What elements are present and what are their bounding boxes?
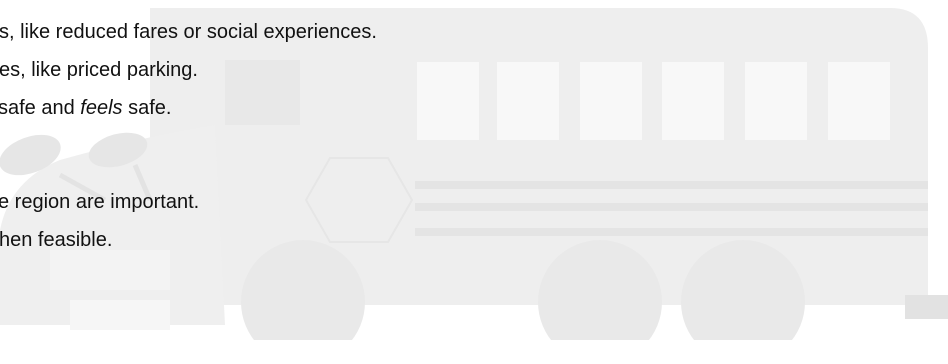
text-segment: safe.: [122, 97, 172, 119]
text-line-feels-safe: safe and feels safe.: [0, 96, 171, 120]
text-line-when-feasible: hen feasible.: [0, 229, 113, 251]
slide-canvas: s, like reduced fares or social experien…: [0, 0, 948, 364]
text-line-region-important: e region are important.: [0, 191, 200, 213]
bullet-text-block: s, like reduced fares or social experien…: [0, 0, 948, 364]
emphasis-text: feels: [80, 97, 123, 119]
text-segment: safe and: [0, 97, 81, 119]
text-line-reduced-fares: s, like reduced fares or social experien…: [0, 21, 377, 43]
text-line-priced-parking: es, like priced parking.: [0, 59, 198, 81]
